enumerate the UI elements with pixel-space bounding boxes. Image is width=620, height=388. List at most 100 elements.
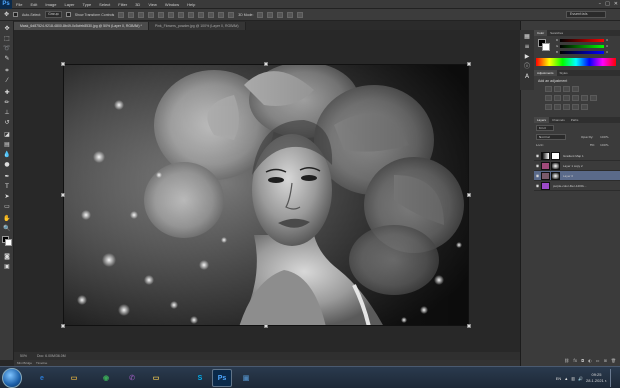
red-slider[interactable] (560, 38, 605, 42)
delete-layer-icon[interactable]: 🗑 (611, 358, 616, 365)
fill-value[interactable]: 100% (600, 143, 609, 147)
menu-select[interactable]: Select (95, 2, 114, 7)
show-desktop-button[interactable] (610, 369, 616, 387)
distribute-right-icon[interactable] (228, 11, 235, 18)
close-button[interactable]: ✕ (614, 1, 618, 7)
transform-handle[interactable] (467, 193, 471, 197)
auto-select-checkbox[interactable] (13, 12, 19, 17)
visibility-eye-icon[interactable]: ◉ (534, 183, 541, 188)
network-icon[interactable]: ▥ (571, 376, 575, 381)
align-right-icon[interactable] (168, 11, 175, 18)
maximize-button[interactable]: □ (605, 1, 610, 7)
tray-arrow-icon[interactable]: ▲ (564, 376, 568, 381)
exposure-icon[interactable] (572, 86, 579, 92)
tab-adjustments[interactable]: Adjustments (534, 70, 557, 76)
file-explorer-icon[interactable]: ▭ (64, 369, 84, 387)
curves-icon[interactable] (563, 86, 570, 92)
color-balance-icon[interactable] (563, 95, 570, 101)
distribute-vcenter-icon[interactable] (188, 11, 195, 18)
canvas-area[interactable] (14, 30, 520, 352)
layer-row[interactable]: ◉ Layer 1 copy 2 (534, 161, 620, 171)
opacity-value[interactable]: 100% (600, 135, 609, 139)
align-bottom-icon[interactable] (138, 11, 145, 18)
tab-paths[interactable]: Paths (568, 117, 582, 123)
tab-swatches[interactable]: Swatches (547, 30, 566, 36)
distribute-bottom-icon[interactable] (198, 11, 205, 18)
add-mask-icon[interactable]: ◘ (581, 358, 584, 365)
align-top-icon[interactable] (118, 11, 125, 18)
posterize-icon[interactable] (554, 104, 561, 110)
character-panel-icon[interactable]: A (523, 73, 531, 80)
transform-handle[interactable] (61, 324, 65, 328)
align-hcenter-icon[interactable] (158, 11, 165, 18)
selective-color-icon[interactable] (581, 104, 588, 110)
clock[interactable]: 09:25 28.1.2021 г. (586, 372, 607, 384)
green-slider[interactable] (560, 44, 605, 48)
zoom-tool-icon[interactable]: 🔍 (3, 225, 11, 232)
transform-handle[interactable] (264, 62, 268, 66)
marquee-tool-icon[interactable]: ⬚ (3, 35, 11, 42)
healing-brush-tool-icon[interactable]: ✚ (3, 89, 11, 96)
move-tool-icon[interactable]: ✥ (4, 11, 9, 18)
tab-styles[interactable]: Styles (557, 70, 571, 76)
layer-row[interactable]: ◉ purple-color-fiter-1200x... (534, 181, 620, 191)
color-spectrum-ramp[interactable] (536, 58, 616, 66)
link-layers-icon[interactable]: ⛓ (564, 358, 569, 365)
tab-layers[interactable]: Layers (534, 117, 550, 123)
viber-icon[interactable]: ✆ (122, 369, 142, 387)
3d-slide-icon[interactable] (287, 11, 294, 18)
zoom-level[interactable]: 50% (20, 354, 27, 358)
show-transform-checkbox[interactable] (65, 12, 71, 17)
quick-select-tool-icon[interactable]: ✎ (3, 55, 11, 62)
photo-filter-icon[interactable] (581, 95, 588, 101)
brush-tool-icon[interactable]: ✏ (3, 99, 11, 106)
actions-panel-icon[interactable]: ▶ (523, 53, 531, 60)
workspace-dropdown[interactable]: Essentials (566, 11, 606, 18)
info-panel-icon[interactable]: ⓘ (523, 63, 531, 70)
gradient-map-icon[interactable] (572, 104, 579, 110)
menu-3d[interactable]: 3D (131, 2, 144, 7)
tab-color[interactable]: Color (534, 30, 548, 36)
channel-mixer-icon[interactable] (590, 95, 597, 101)
3d-rotate-icon[interactable] (257, 11, 264, 18)
layer-filter-kind[interactable]: Kind (536, 125, 554, 131)
align-left-icon[interactable] (148, 11, 155, 18)
photo-viewer-icon[interactable]: ▣ (236, 369, 256, 387)
auto-select-dropdown[interactable]: Group (45, 11, 62, 18)
crop-tool-icon[interactable]: ⌗ (3, 67, 11, 74)
chrome-icon[interactable]: ◉ (96, 369, 116, 387)
tab-channels[interactable]: Channels (549, 117, 568, 123)
history-brush-tool-icon[interactable]: ↺ (3, 119, 11, 126)
levels-icon[interactable] (554, 86, 561, 92)
folder-icon[interactable]: ▭ (146, 369, 166, 387)
3d-roll-icon[interactable] (267, 11, 274, 18)
document-info[interactable]: Doc: 6.00M/36.0M (37, 354, 66, 358)
invert-icon[interactable] (545, 104, 552, 110)
menu-edit[interactable]: Edit (26, 2, 41, 7)
layer-style-icon[interactable]: fx (573, 358, 577, 365)
black-white-icon[interactable] (572, 95, 579, 101)
language-indicator[interactable]: EN (556, 376, 562, 381)
layer-row[interactable]: ◉ Gradient Map 1 (534, 151, 620, 161)
eraser-tool-icon[interactable]: ◪ (3, 131, 11, 138)
visibility-eye-icon[interactable]: ◉ (534, 153, 541, 158)
document-tab[interactable]: Pink_Flowers_powder.jpg @ 100% (Layer 0,… (148, 22, 246, 30)
brightness-contrast-icon[interactable] (545, 86, 552, 92)
menu-help[interactable]: Help (183, 2, 199, 7)
layer-row-selected[interactable]: ◉ Layer 0 (534, 171, 620, 181)
gradient-tool-icon[interactable]: ▤ (3, 141, 11, 148)
menu-filter[interactable]: Filter (114, 2, 131, 7)
dodge-tool-icon[interactable]: ● (3, 161, 11, 168)
distribute-left-icon[interactable] (208, 11, 215, 18)
visibility-eye-icon[interactable]: ◉ (534, 173, 541, 178)
screen-mode-icon[interactable]: ▣ (3, 263, 11, 270)
transform-handle[interactable] (264, 324, 268, 328)
blue-slider[interactable] (560, 50, 605, 54)
pen-tool-icon[interactable]: ✒ (3, 173, 11, 180)
internet-explorer-icon[interactable]: e (32, 369, 52, 387)
quick-mask-icon[interactable]: ◙ (3, 253, 11, 260)
menu-file[interactable]: File (12, 2, 26, 7)
threshold-icon[interactable] (563, 104, 570, 110)
blend-mode-dropdown[interactable]: Normal (536, 134, 566, 140)
transform-handle[interactable] (467, 324, 471, 328)
